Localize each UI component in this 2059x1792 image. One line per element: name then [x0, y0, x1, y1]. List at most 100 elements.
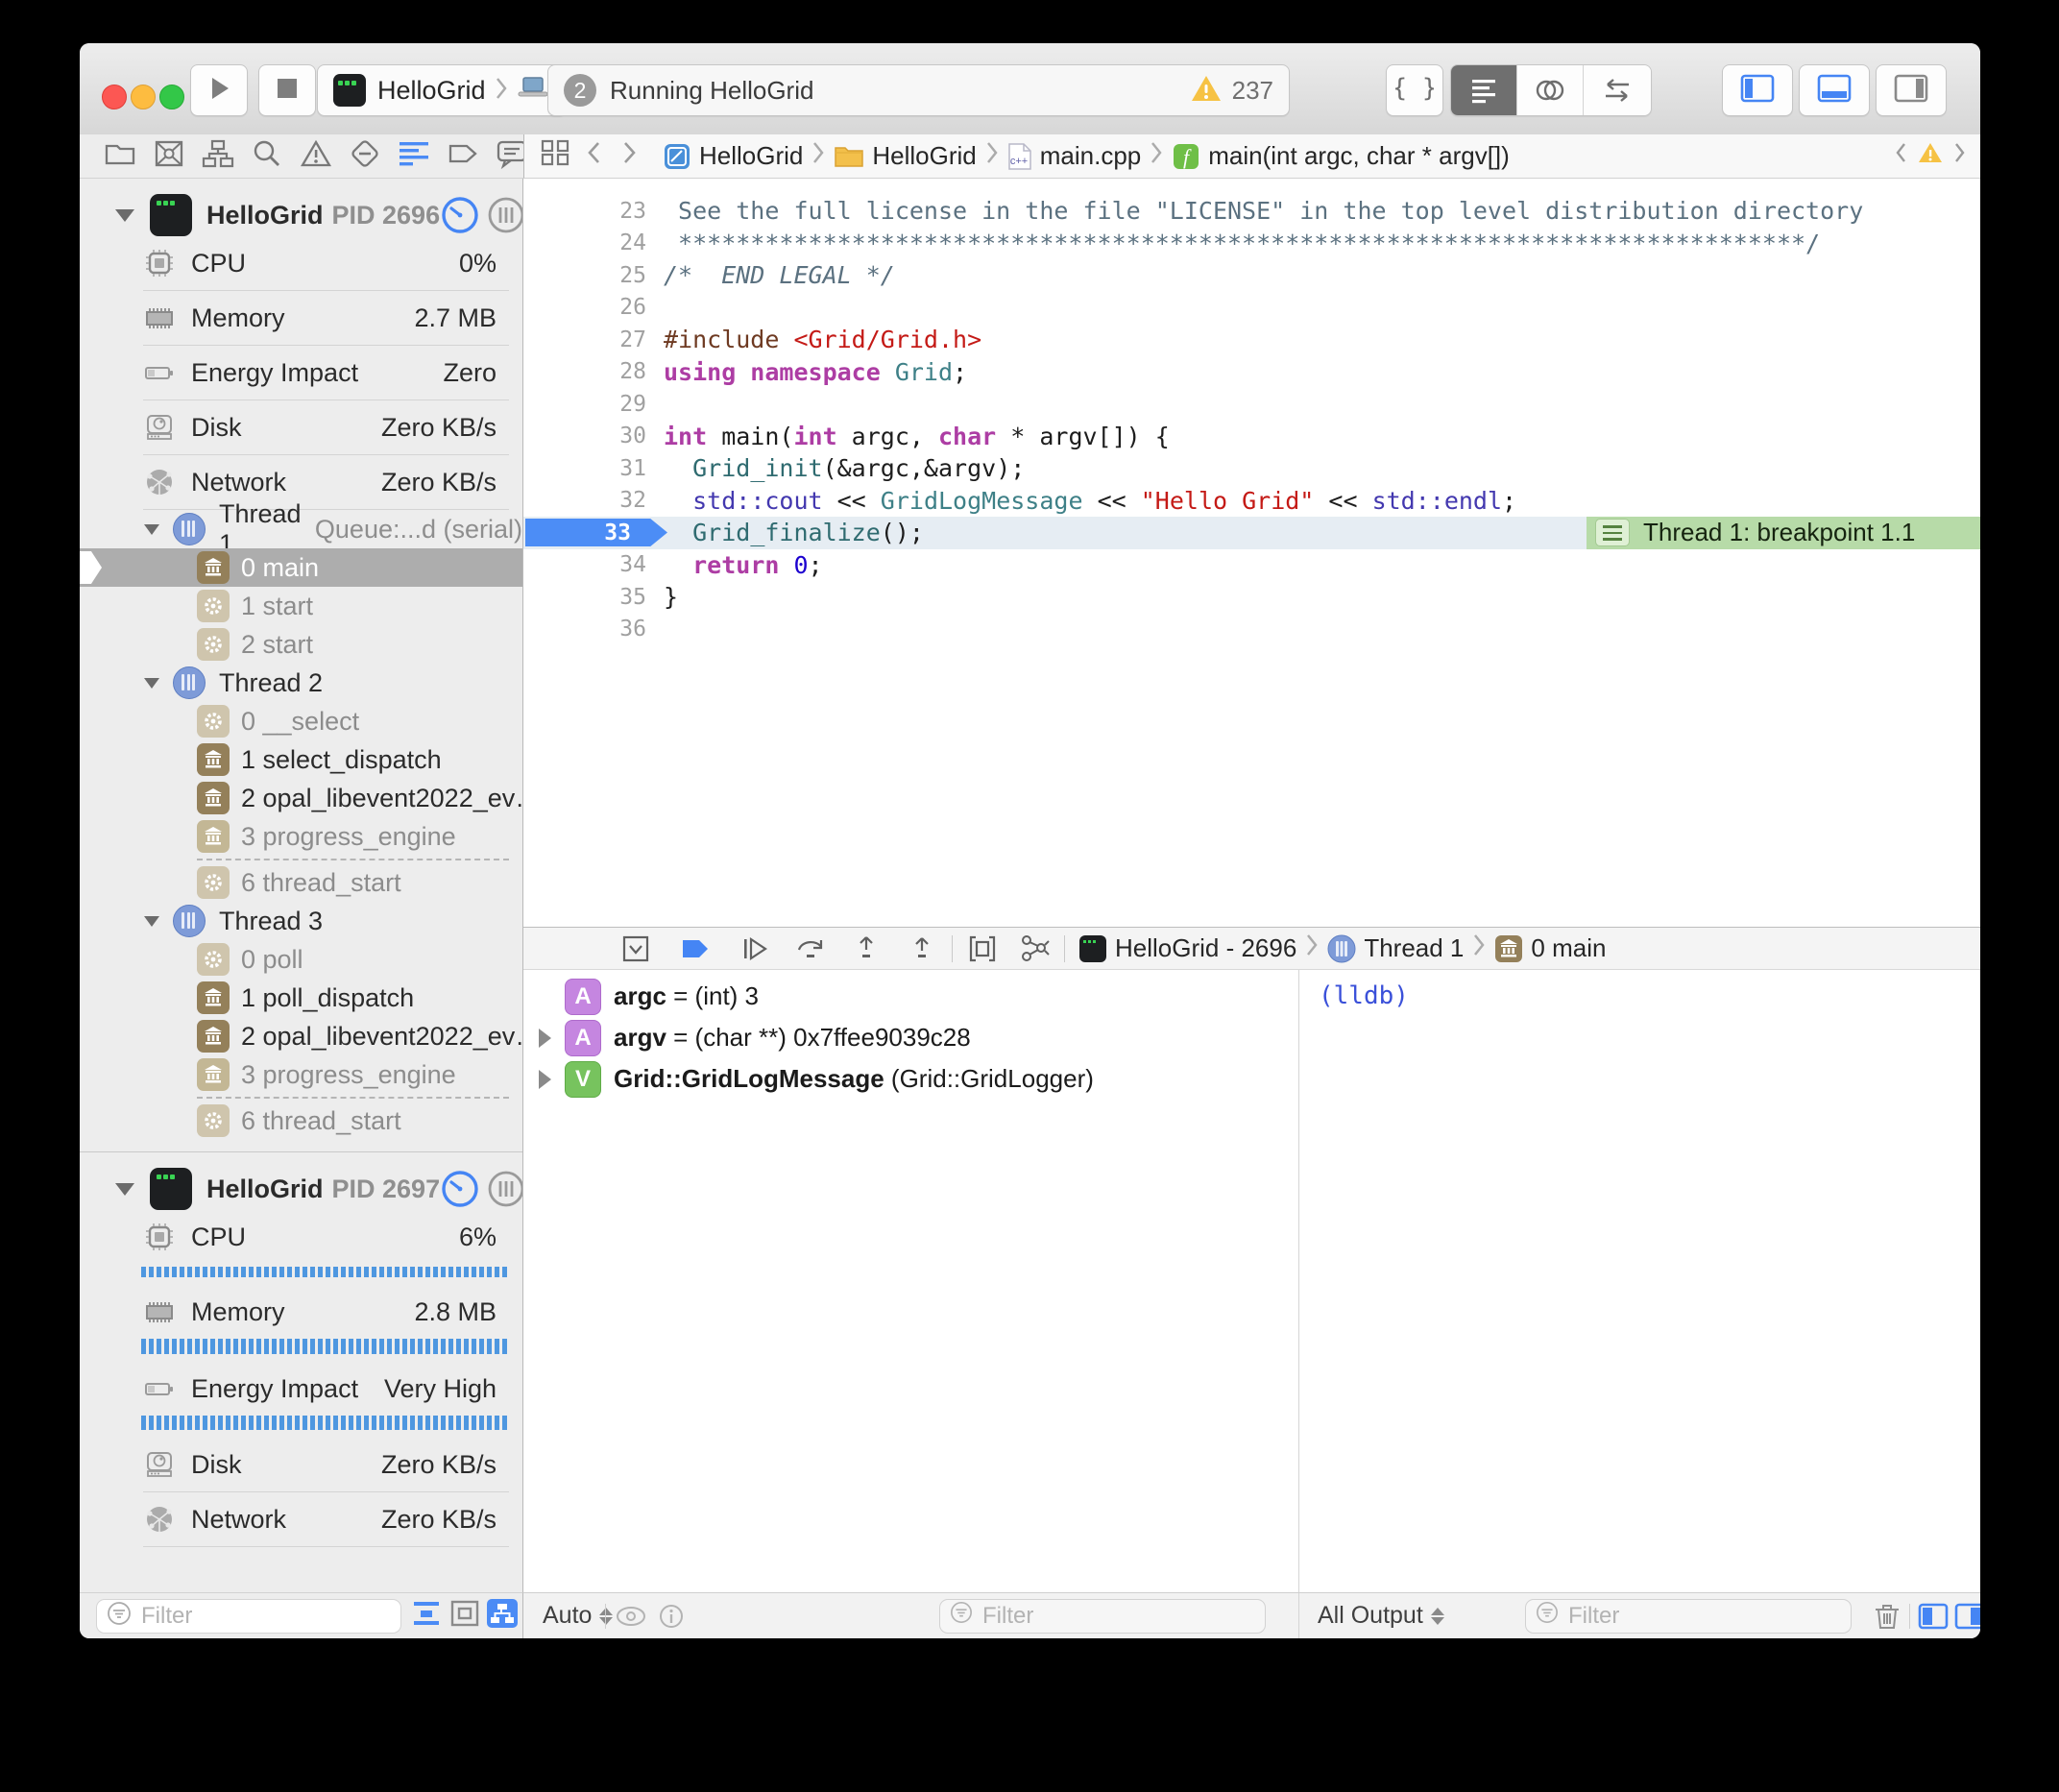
stat-row-energy-impact[interactable]: Energy ImpactVery High	[80, 1362, 522, 1416]
info-icon[interactable]	[658, 1593, 685, 1638]
related-items-icon[interactable]	[540, 138, 570, 174]
stat-row-memory[interactable]: Memory2.7 MB	[80, 291, 522, 345]
line-number[interactable]: 36	[523, 617, 646, 642]
disclosure-triangle-icon[interactable]	[144, 678, 159, 689]
hide-debug-area-icon[interactable]	[619, 932, 652, 965]
show-console-view-icon[interactable]	[1954, 1593, 1980, 1638]
disclosure-triangle-icon[interactable]	[144, 916, 159, 927]
line-number[interactable]: 27	[523, 327, 646, 352]
process-row[interactable]: HelloGridPID 2696	[80, 194, 522, 236]
disclosure-triangle-icon[interactable]	[115, 1183, 134, 1196]
issue-forward-icon[interactable]	[1953, 141, 1967, 171]
stack-frame-row[interactable]: 0 __select	[80, 702, 522, 740]
stack-frame-row[interactable]: 2 start	[80, 625, 522, 664]
stack-frame-row[interactable]: 1 start	[80, 587, 522, 625]
view-by-process-icon[interactable]	[486, 1598, 519, 1634]
code-line[interactable]: 34 return 0;	[523, 549, 1980, 582]
variables-filter-input[interactable]	[981, 1602, 1265, 1631]
minimize-button[interactable]	[131, 85, 156, 109]
code-line[interactable]: 32 std::cout << GridLogMessage << "Hello…	[523, 485, 1980, 518]
stat-row-cpu[interactable]: CPU0%	[80, 236, 522, 290]
project-navigator-icon[interactable]	[104, 138, 136, 174]
code-line[interactable]: 26	[523, 292, 1980, 325]
debug-navigator-icon[interactable]	[398, 138, 430, 174]
clear-console-icon[interactable]	[1873, 1593, 1902, 1638]
stat-row-energy-impact[interactable]: Energy ImpactZero	[80, 346, 522, 400]
navigator-filter-input[interactable]	[139, 1602, 400, 1631]
disclosure-triangle-icon[interactable]	[115, 209, 134, 222]
code-line[interactable]: 3333 Grid_finalize();Thread 1: breakpoin…	[523, 517, 1980, 549]
variable-row[interactable]: Aargc = (int) 3	[523, 976, 1298, 1017]
standard-editor-button[interactable]	[1451, 65, 1517, 115]
assistant-editor-button[interactable]	[1517, 65, 1584, 115]
run-button[interactable]	[190, 64, 248, 116]
debug-breadcrumb-item[interactable]: Thread 1	[1327, 933, 1464, 963]
stack-frame-row[interactable]: 0 main	[80, 548, 522, 587]
variables-filter-field[interactable]	[939, 1599, 1266, 1634]
source-control-navigator-icon[interactable]	[153, 138, 185, 174]
close-button[interactable]	[102, 85, 127, 109]
jumpbar-item[interactable]: c++main.cpp	[1007, 141, 1142, 171]
issue-navigator-icon[interactable]	[300, 138, 332, 174]
code-line[interactable]: 27#include <Grid/Grid.h>	[523, 324, 1980, 356]
gauge-icon[interactable]	[440, 195, 480, 235]
line-number[interactable]: 29	[523, 392, 646, 417]
test-navigator-icon[interactable]	[349, 138, 381, 174]
line-number[interactable]: 30	[523, 424, 646, 448]
breakpoint-annotation[interactable]: Thread 1: breakpoint 1.1	[1587, 517, 1980, 549]
line-number[interactable]: 28	[523, 359, 646, 384]
line-number[interactable]: 32	[523, 488, 646, 513]
view-by-queue-icon[interactable]	[448, 1598, 481, 1634]
process-row[interactable]: HelloGridPID 2697	[80, 1168, 522, 1210]
jumpbar-item[interactable]: HelloGrid	[834, 141, 976, 171]
back-icon[interactable]	[586, 140, 601, 172]
disclosure-triangle-icon[interactable]	[144, 524, 159, 535]
breakpoint-navigator-icon[interactable]	[447, 138, 479, 174]
step-out-icon[interactable]	[906, 932, 938, 965]
stack-frame-row[interactable]: 0 poll	[80, 940, 522, 979]
thread-row[interactable]: Thread 3	[80, 902, 522, 940]
debug-breadcrumb-item[interactable]: HelloGrid - 2696	[1078, 933, 1296, 963]
continue-icon[interactable]	[739, 932, 771, 965]
step-over-icon[interactable]	[794, 932, 827, 965]
line-number[interactable]: 34	[523, 552, 646, 577]
toggle-debug-area-button[interactable]	[1799, 64, 1870, 116]
jumpbar-item[interactable]: fmain(int argc, char * argv[])	[1172, 141, 1510, 171]
stat-row-disk[interactable]: DiskZero KB/s	[80, 1438, 522, 1491]
code-review-button[interactable]: { }	[1386, 64, 1443, 116]
jumpbar-item[interactable]: HelloGrid	[663, 141, 803, 171]
stack-frame-row[interactable]: 2 opal_libevent2022_ev…	[80, 779, 522, 817]
console-filter-input[interactable]	[1566, 1602, 1851, 1631]
stat-row-disk[interactable]: DiskZero KB/s	[80, 400, 522, 454]
stack-frame-row[interactable]: 3 progress_engine	[80, 817, 522, 856]
toggle-inspector-button[interactable]	[1876, 64, 1947, 116]
code-line[interactable]: 29	[523, 388, 1980, 421]
toggle-navigator-button[interactable]	[1722, 64, 1793, 116]
stat-row-network[interactable]: NetworkZero KB/s	[80, 455, 522, 509]
thread-row[interactable]: Thread 1Queue:...d (serial)	[80, 510, 522, 548]
zoom-button[interactable]	[159, 85, 184, 109]
version-editor-button[interactable]	[1584, 65, 1651, 115]
columns-icon[interactable]	[486, 1169, 523, 1209]
breakpoints-toggle-icon[interactable]	[679, 932, 712, 965]
view-hierarchy-icon[interactable]	[966, 932, 999, 965]
stack-frame-row[interactable]: 3 progress_engine	[80, 1055, 522, 1094]
console-view[interactable]: (lldb)	[1298, 970, 1980, 1592]
find-navigator-icon[interactable]	[251, 138, 283, 174]
code-line[interactable]: 25/* END LEGAL */	[523, 259, 1980, 292]
code-line[interactable]: 30int main(int argc, char * argv[]) {	[523, 421, 1980, 453]
stat-row-memory[interactable]: Memory2.8 MB	[80, 1285, 522, 1339]
issue-back-icon[interactable]	[1894, 141, 1907, 171]
breakpoint-badge[interactable]: 33	[525, 519, 667, 546]
stat-row-network[interactable]: NetworkZero KB/s	[80, 1492, 522, 1546]
line-number[interactable]: 23	[523, 199, 646, 224]
memory-graph-icon[interactable]	[1018, 932, 1051, 965]
code-line[interactable]: 31 Grid_init(&argc,&argv);	[523, 452, 1980, 485]
disclosure-triangle-icon[interactable]	[539, 1029, 551, 1048]
console-filter-field[interactable]	[1525, 1599, 1852, 1634]
stack-frame-row[interactable]: 2 opal_libevent2022_ev…	[80, 1017, 522, 1055]
debug-breadcrumb-item[interactable]: 0 main	[1494, 933, 1606, 963]
warning-icon[interactable]	[1190, 74, 1223, 108]
symbol-navigator-icon[interactable]	[202, 138, 234, 174]
stack-frame-row[interactable]: 1 select_dispatch	[80, 740, 522, 779]
